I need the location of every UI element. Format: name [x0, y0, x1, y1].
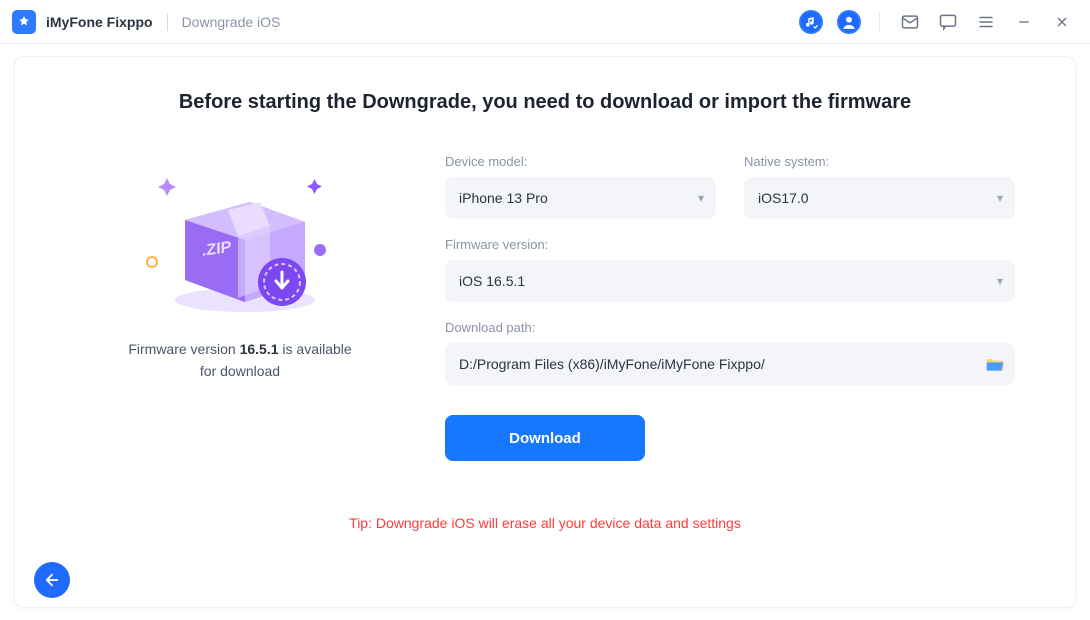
breadcrumb: Downgrade iOS — [182, 14, 281, 30]
fw-caption-suffix1: is available — [279, 341, 352, 357]
native-system-label: Native system: — [744, 154, 1015, 169]
fw-caption-version: 16.5.1 — [240, 341, 279, 357]
device-model-select[interactable] — [445, 177, 716, 219]
download-path-label: Download path: — [445, 320, 1015, 335]
app-logo-icon — [12, 10, 36, 34]
app-window: iMyFone Fixppo Downgrade iOS — [0, 0, 1090, 620]
menu-icon[interactable] — [974, 10, 998, 34]
titlebar-separator — [879, 12, 880, 32]
fw-caption-line2: for download — [200, 363, 280, 379]
titlebar: iMyFone Fixppo Downgrade iOS — [0, 0, 1090, 44]
download-path-input[interactable] — [445, 343, 1015, 385]
minimize-button[interactable] — [1012, 10, 1036, 34]
native-system-select[interactable] — [744, 177, 1015, 219]
main-card: Before starting the Downgrade, you need … — [14, 56, 1076, 608]
firmware-box-illustration: .ZIP — [130, 160, 350, 320]
download-badge-icon — [258, 258, 306, 306]
back-button[interactable] — [34, 562, 70, 598]
firmware-version-label: Firmware version: — [445, 237, 1015, 252]
form-column: Device model: ▾ Native system: ▾ — [445, 154, 1015, 385]
app-title: iMyFone Fixppo — [46, 14, 153, 30]
account-icon[interactable] — [837, 10, 861, 34]
download-button[interactable]: Download — [445, 415, 645, 461]
titlebar-divider — [167, 13, 168, 31]
warning-tip: Tip: Downgrade iOS will erase all your d… — [75, 515, 1015, 531]
mail-icon[interactable] — [898, 10, 922, 34]
device-model-label: Device model: — [445, 154, 716, 169]
browse-folder-button[interactable] — [985, 355, 1005, 373]
firmware-caption: Firmware version 16.5.1 is available for… — [128, 338, 351, 383]
firmware-version-select[interactable] — [445, 260, 1015, 302]
page-heading: Before starting the Downgrade, you need … — [75, 91, 1015, 114]
music-share-icon[interactable] — [799, 10, 823, 34]
feedback-icon[interactable] — [936, 10, 960, 34]
close-button[interactable] — [1050, 10, 1074, 34]
titlebar-actions — [799, 10, 1074, 34]
fw-caption-prefix: Firmware version — [128, 341, 239, 357]
illustration-column: .ZIP Firmware version 16.5.1 is availabl… — [75, 154, 405, 385]
